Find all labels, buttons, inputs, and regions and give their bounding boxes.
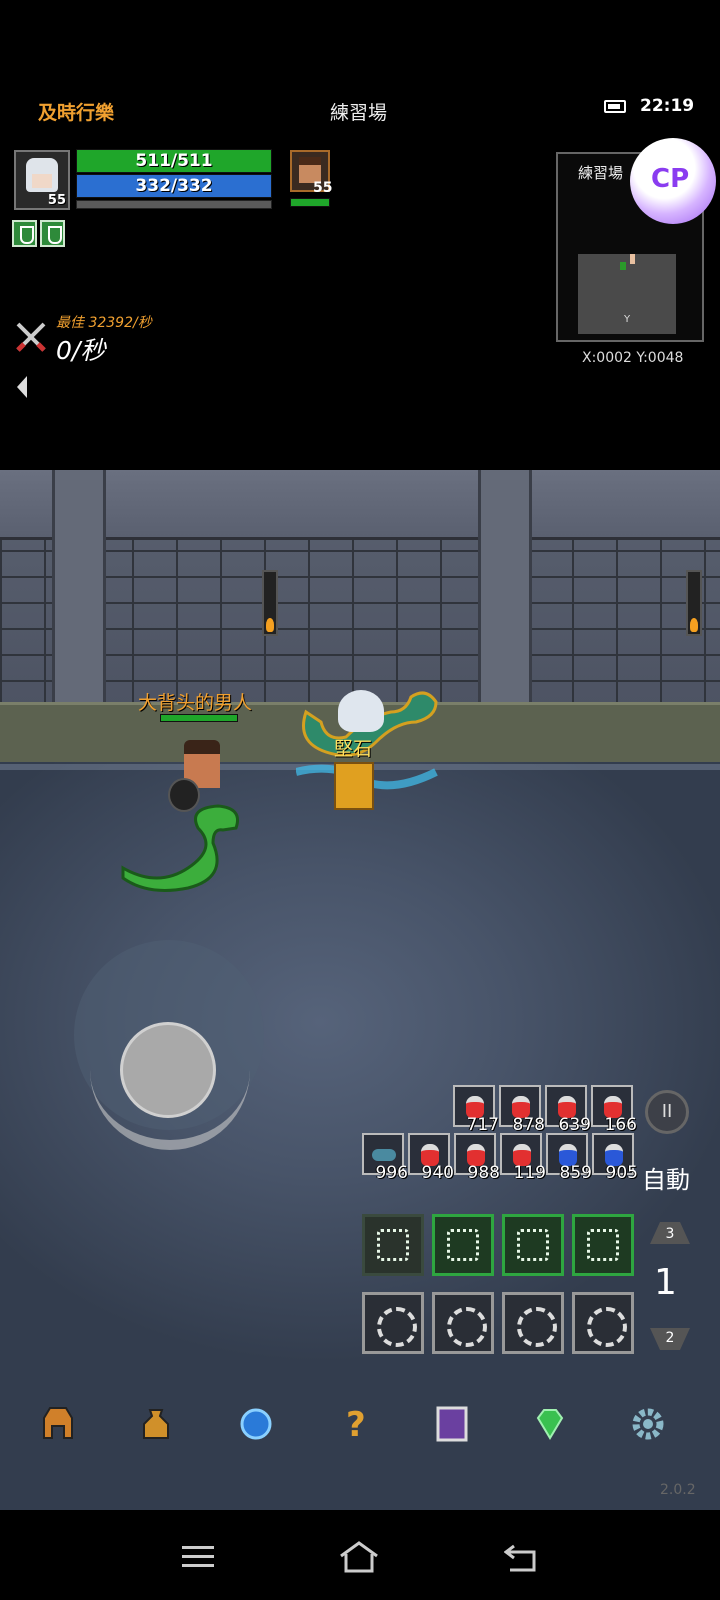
potion-count: 119 — [513, 1163, 546, 1183]
minimap-npc-marker — [620, 262, 626, 270]
burst-skill-icon — [447, 1229, 479, 1261]
minimap-title: 練習場 — [578, 164, 624, 182]
empty-skill-slot[interactable] — [572, 1292, 634, 1354]
potion-count: 639 — [558, 1115, 591, 1135]
dps-best: 最佳 32392/秒 — [56, 315, 152, 331]
pet-level: 55 — [313, 180, 333, 196]
guild-name: 及時行樂 — [38, 102, 115, 124]
back-icon[interactable] — [504, 1542, 538, 1572]
player-level: 55 — [47, 193, 66, 208]
mp-bar: 332/332 — [76, 174, 272, 198]
skill-slot-1[interactable] — [362, 1214, 424, 1276]
sword-skill-icon — [377, 1229, 409, 1261]
home-icon[interactable] — [338, 1540, 380, 1574]
coordinates: X:0002 Y:0048 — [582, 350, 684, 366]
pillar — [52, 470, 106, 720]
skill-slot-4[interactable] — [572, 1214, 634, 1276]
potion-slot[interactable]: 119 — [500, 1133, 546, 1183]
player-character[interactable] — [338, 690, 384, 732]
potion-slot[interactable]: 940 — [408, 1133, 454, 1183]
version-label: 2.0.2 — [660, 1482, 696, 1498]
potion-count: 859 — [559, 1163, 592, 1183]
crossed-swords-icon — [16, 322, 46, 352]
player-face — [26, 158, 58, 192]
empty-skill-slot[interactable] — [432, 1292, 494, 1354]
potion-count: 717 — [466, 1115, 499, 1135]
quest-icon[interactable]: ? — [336, 1404, 376, 1444]
star-skill-icon — [517, 1229, 549, 1261]
potion-slot[interactable]: 859 — [546, 1133, 592, 1183]
npc-hp-bar — [160, 714, 238, 722]
potion-slot[interactable]: 639 — [545, 1085, 591, 1135]
skill-slot-2[interactable] — [432, 1214, 494, 1276]
potion-count: 988 — [467, 1163, 500, 1183]
minimap-player-marker — [630, 254, 635, 264]
pet-hp-bar — [290, 198, 330, 207]
potion-slot[interactable]: 905 — [592, 1133, 638, 1183]
potion-count: 940 — [421, 1163, 454, 1183]
dps-current: 0/秒 — [56, 336, 106, 365]
gem-icon[interactable] — [530, 1404, 570, 1444]
shield-buff-icon[interactable] — [12, 220, 37, 247]
potion-count: 878 — [512, 1115, 545, 1135]
minimap-y-marker: Y — [624, 314, 631, 325]
crystal-icon[interactable] — [236, 1404, 276, 1444]
orb-skill-icon — [587, 1229, 619, 1261]
player-portrait[interactable]: 55 — [14, 150, 70, 210]
fish-icon — [372, 1149, 396, 1161]
settings-gear-icon[interactable] — [628, 1404, 668, 1444]
food-count: 996 — [375, 1163, 408, 1183]
torch-icon — [686, 570, 702, 636]
map-title: 練習場 — [330, 102, 388, 124]
defense-buff-icon[interactable] — [40, 220, 65, 247]
player-armor — [334, 762, 374, 810]
empty-skill-slot[interactable] — [502, 1292, 564, 1354]
joystick-knob[interactable] — [120, 1022, 216, 1118]
svg-text:?: ? — [346, 1405, 366, 1444]
npc-shield — [168, 778, 200, 812]
helmet-icon[interactable] — [38, 1404, 78, 1444]
battery-icon — [604, 100, 626, 113]
exp-bar — [76, 200, 272, 209]
collapse-arrow-icon[interactable] — [17, 376, 27, 398]
potion-slot[interactable]: 166 — [591, 1085, 637, 1135]
spellbook-icon[interactable] — [432, 1404, 472, 1444]
food-slot[interactable]: 996 — [362, 1133, 408, 1183]
potion-slot[interactable]: 717 — [453, 1085, 499, 1135]
empty-skill-slot[interactable] — [362, 1292, 424, 1354]
torch-icon — [262, 570, 278, 636]
bag-icon[interactable] — [136, 1404, 176, 1444]
recents-icon[interactable] — [182, 1544, 214, 1570]
potion-slot[interactable]: 878 — [499, 1085, 545, 1135]
skill-slot-3[interactable] — [502, 1214, 564, 1276]
npc-name: 大背头的男人 — [138, 692, 253, 714]
pause-button[interactable]: II — [645, 1090, 689, 1134]
wall-top — [0, 470, 720, 540]
auto-button[interactable]: 自動 — [642, 1160, 690, 1195]
hp-bar: 511/511 — [76, 149, 272, 173]
potion-count: 166 — [604, 1115, 637, 1135]
player-name: 堅石 — [334, 738, 373, 760]
potion-slot[interactable]: 988 — [454, 1133, 500, 1183]
pillar — [478, 470, 532, 720]
clock: 22:19 — [640, 96, 695, 116]
skill-page-number: 1 — [654, 1262, 677, 1303]
potion-count: 905 — [605, 1163, 638, 1183]
overlay-app-logo: CP — [651, 164, 690, 194]
